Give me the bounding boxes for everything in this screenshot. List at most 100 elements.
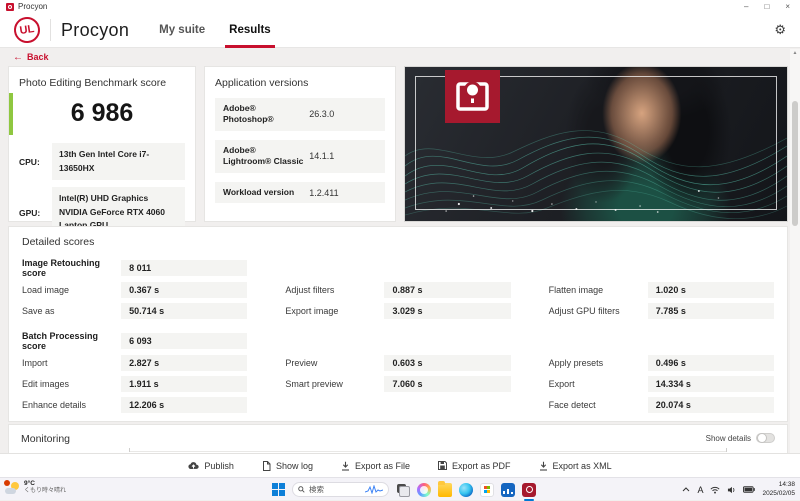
battery-icon[interactable] (743, 486, 755, 493)
metric-time: Adjust GPU filters7.785 s (549, 302, 774, 320)
taskbar-search[interactable]: 検索 (292, 482, 389, 497)
weather-icon (5, 481, 20, 495)
metric-time: Export image3.029 s (285, 302, 510, 320)
toggle-switch[interactable] (756, 433, 775, 443)
ime-indicator[interactable]: A (697, 485, 703, 495)
metric-value: 7.060 s (384, 376, 510, 392)
procyon-app-icon-small (6, 3, 14, 11)
gear-icon[interactable]: ⚙ (774, 22, 786, 38)
close-button[interactable]: × (785, 2, 790, 11)
metric-value: 1.020 s (648, 282, 774, 298)
vertical-scrollbar[interactable]: ▲ (790, 49, 800, 453)
windows-taskbar: 9°C くもり時々晴れ 検索 A (0, 477, 800, 500)
metric-value: 6 093 (121, 333, 247, 349)
detailed-score-row: Save as50.714 sExport image3.029 sAdjust… (22, 302, 774, 320)
metric-label: Edit images (22, 379, 121, 389)
metric-label: Face detect (549, 400, 648, 410)
ul-logo: UL (12, 15, 41, 44)
show-details-toggle[interactable]: Show details (706, 433, 775, 443)
application-versions-card: Application versions Adobe® Photoshop® 2… (204, 66, 396, 222)
metric-value: 3.029 s (384, 303, 510, 319)
edge-icon[interactable] (459, 483, 473, 497)
tab-results[interactable]: Results (229, 13, 271, 48)
versions-title: Application versions (215, 77, 385, 89)
action-label: Publish (204, 461, 234, 471)
metric-time: Adjust filters0.887 s (285, 281, 510, 299)
publish-button[interactable]: Publish (188, 461, 234, 471)
detailed-score-row: Edit images1.911 sSmart preview7.060 sEx… (22, 375, 774, 393)
action-label: Export as PDF (452, 461, 511, 471)
app-navbar: UL Procyon My suite Results ⚙ (0, 13, 800, 48)
monitoring-chart-axis (129, 451, 727, 452)
tab-my-suite[interactable]: My suite (159, 13, 205, 48)
action-label: Show log (276, 461, 313, 471)
detailed-scores-title: Detailed scores (22, 236, 774, 248)
detailed-score-row: Import2.827 sPreview0.603 sApply presets… (22, 354, 774, 372)
weather-condition: くもり時々晴れ (24, 488, 66, 496)
brand-title: Procyon (61, 20, 129, 41)
metric-label: Import (22, 358, 121, 368)
monitoring-panel: Monitoring Show details (8, 424, 788, 453)
action-label: Export as XML (553, 461, 612, 471)
scrollbar-up-arrow[interactable]: ▲ (790, 50, 800, 56)
metric-time: Preview0.603 s (285, 354, 510, 372)
detailed-score-row: Load image0.367 s Adjust filters0.887 s Fl… (22, 281, 774, 299)
maximize-button[interactable]: □ (764, 2, 769, 11)
metric-time: Import2.827 s (22, 354, 247, 372)
scrollbar-thumb[interactable] (792, 101, 798, 226)
version-row-photoshop: Adobe® Photoshop® 26.3.0 (215, 98, 385, 131)
benchmark-score-value: 6 986 (19, 99, 185, 128)
detailed-score-row: Batch Processing score6 093 (22, 331, 774, 351)
score-card-title: Photo Editing Benchmark score (19, 77, 185, 89)
wifi-icon[interactable] (710, 486, 720, 494)
cpu-row: CPU: 13th Gen Intel Core i7-13650HX (19, 143, 185, 180)
version-row-lightroom: Adobe® Lightroom® Classic 14.1.1 (215, 140, 385, 173)
task-view-icon[interactable] (396, 483, 410, 497)
metric-time: Load image0.367 s (22, 281, 247, 299)
cpu-label: CPU: (19, 157, 52, 167)
cloud-upload-icon (188, 461, 199, 470)
detailed-score-row: Image Retouching score8 011 (22, 258, 774, 278)
metric-score: Image Retouching score8 011 (22, 258, 247, 278)
weather-widget[interactable]: 9°C くもり時々晴れ (5, 480, 66, 496)
minimize-button[interactable]: – (744, 2, 748, 11)
speaker-icon[interactable] (727, 486, 736, 494)
search-highlights-icon (365, 485, 383, 494)
metric-time: Face detect20.074 s (549, 396, 774, 414)
metric-label: Adjust filters (285, 285, 384, 295)
export-pdf-button[interactable]: Export as PDF (438, 461, 511, 471)
metric-value: 0.603 s (384, 355, 510, 371)
divider (50, 19, 51, 41)
weather-temp: 9°C (24, 480, 66, 488)
back-link[interactable]: Back (27, 52, 49, 62)
monitoring-title: Monitoring (21, 433, 70, 445)
metric-label: Enhance details (22, 400, 121, 410)
metric-label: Preview (285, 358, 384, 368)
tray-date: 2025/02/05 (762, 490, 795, 498)
chevron-up-icon[interactable] (682, 487, 690, 492)
metric-label: Batch Processing score (22, 331, 121, 351)
gpu-label: GPU: (19, 208, 52, 218)
metric-label: Smart preview (285, 379, 384, 389)
metric-value: 50.714 s (121, 303, 247, 319)
metric-label: Export (549, 379, 648, 389)
export-file-button[interactable]: Export as File (341, 461, 410, 471)
version-row-workload: Workload version 1.2.411 (215, 182, 385, 203)
file-explorer-icon[interactable] (438, 483, 452, 497)
show-log-button[interactable]: Show log (262, 461, 313, 471)
monitoring-app-icon[interactable] (501, 483, 515, 497)
procyon-app-icon[interactable] (522, 483, 536, 497)
weather-alert-badge (4, 480, 10, 486)
metric-value: 0.496 s (648, 355, 774, 371)
download-icon (539, 461, 548, 471)
copilot-icon[interactable] (417, 483, 431, 497)
microsoft-store-icon[interactable] (480, 483, 494, 497)
detailed-scores-panel: Detailed scores Image Retouching score8 … (8, 226, 788, 422)
back-arrow-icon: ← (13, 52, 23, 63)
metric-label: Load image (22, 285, 121, 295)
clock-widget[interactable]: 14:38 2025/02/05 (762, 481, 795, 498)
metric-label: Flatten image (549, 285, 648, 295)
export-xml-button[interactable]: Export as XML (539, 461, 612, 471)
start-button[interactable] (272, 483, 285, 496)
score-accent-bar (9, 93, 13, 135)
